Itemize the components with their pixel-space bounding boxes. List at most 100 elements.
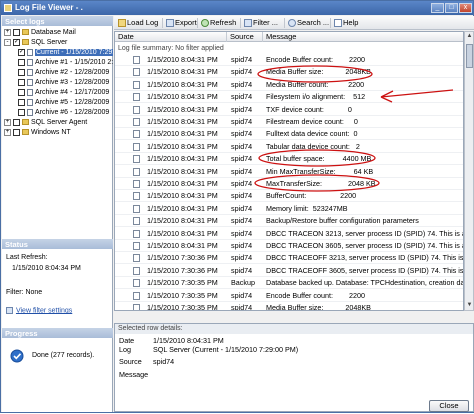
table-row[interactable]: 1/15/2010 8:04:31 PM spid74 Total buffer s… xyxy=(115,153,463,166)
table-row[interactable]: 1/15/2010 8:04:31 PM spid74 Filesystem i/o… xyxy=(115,91,463,104)
table-row[interactable]: 1/15/2010 8:04:31 PM spid74 Tabular data d… xyxy=(115,141,463,153)
log-entry-icon xyxy=(133,242,140,250)
log-tree[interactable]: + Database Mail - ✓ SQL Server ✓ Current - 1/1… xyxy=(2,27,113,251)
log-entry-icon xyxy=(133,192,140,201)
detail-source-label: Source xyxy=(119,357,142,366)
log-entry-icon xyxy=(133,180,140,188)
expander-icon[interactable]: - xyxy=(4,38,11,46)
date-cell: 1/15/2010 8:04:31 PM xyxy=(147,203,218,213)
table-row[interactable]: 1/15/2010 7:30:35 PM spid74 Media Buffer s… xyxy=(115,302,463,311)
table-row[interactable]: 1/15/2010 8:04:31 PM spid74 Fulltext data … xyxy=(115,128,463,141)
date-cell: 1/15/2010 7:30:35 PM xyxy=(147,303,218,311)
log-checkbox[interactable] xyxy=(13,118,20,126)
scroll-down-icon[interactable]: ▼ xyxy=(465,301,474,310)
log-entry-icon xyxy=(133,217,140,226)
table-row[interactable]: 1/15/2010 8:04:31 PM spid74 TXF device cou… xyxy=(115,104,463,116)
tree-node[interactable]: + Database Mail xyxy=(4,28,76,37)
folder-icon xyxy=(118,19,126,28)
filter-button[interactable]: Filter ... xyxy=(244,18,278,28)
refresh-button[interactable]: Refresh xyxy=(201,18,236,28)
tree-node[interactable]: Archive #4 - 12/17/2009 xyxy=(18,88,109,97)
date-column-header[interactable]: Date xyxy=(115,32,227,42)
title-bar[interactable]: Log File Viewer - . xyxy=(1,1,473,15)
log-file-icon xyxy=(27,48,33,56)
tree-node[interactable]: Archive #2 - 12/28/2009 xyxy=(18,68,109,77)
app-icon xyxy=(4,4,12,12)
message-column-header[interactable]: Message xyxy=(263,32,463,42)
expander-icon[interactable]: + xyxy=(4,128,11,136)
search-icon xyxy=(288,19,296,28)
table-row[interactable]: 1/15/2010 8:04:31 PM spid74 BufferCount: 2… xyxy=(115,190,463,203)
tree-node-label: Current - 1/15/2010 7:29:00 PM xyxy=(35,49,113,56)
table-row[interactable]: 1/15/2010 7:30:36 PM spid74 DBCC TRACEOFF … xyxy=(115,265,463,277)
close-window-button[interactable]: x xyxy=(459,3,472,13)
date-cell: 1/15/2010 8:04:31 PM xyxy=(147,55,218,64)
source-cell: spid74 xyxy=(231,179,253,188)
log-checkbox[interactable] xyxy=(18,78,25,86)
export-button[interactable]: Export xyxy=(166,18,197,28)
grid-vertical-scrollbar[interactable]: ▲ ▼ xyxy=(464,31,474,311)
log-grid[interactable]: Date Source Message Log file summary: No… xyxy=(114,31,464,311)
scroll-thumb[interactable] xyxy=(466,44,473,68)
message-cell: Media Buffer count: 2200 xyxy=(266,79,365,89)
load-log-button[interactable]: Load Log xyxy=(118,18,158,28)
log-entry-icon xyxy=(133,291,140,300)
search-button[interactable]: Search ... xyxy=(288,18,329,28)
tree-node-label: Archive #2 - 12/28/2009 xyxy=(35,69,110,76)
table-row[interactable]: 1/15/2010 8:04:31 PM spid74 Media Buffer c… xyxy=(115,79,463,91)
tree-node[interactable]: - ✓ SQL Server xyxy=(4,38,67,47)
expander-icon[interactable]: + xyxy=(4,118,11,126)
minimize-button[interactable]: _ xyxy=(431,3,444,13)
log-checkbox[interactable] xyxy=(18,108,25,116)
log-file-icon xyxy=(27,98,33,106)
tree-node[interactable]: + SQL Server Agent xyxy=(4,118,87,127)
view-filter-settings-link[interactable]: View filter settings xyxy=(6,307,72,314)
table-row[interactable]: 1/15/2010 8:04:31 PM spid74 MaxTransferSiz… xyxy=(115,178,463,190)
log-checkbox[interactable]: ✓ xyxy=(13,38,20,46)
log-checkbox[interactable] xyxy=(18,88,25,96)
table-row[interactable]: 1/15/2010 8:04:31 PM spid74 DBCC TRACEON 3… xyxy=(115,228,463,240)
help-button[interactable]: Help xyxy=(334,18,358,28)
table-row[interactable]: 1/15/2010 7:30:35 PM spid74 Encode Buffer … xyxy=(115,290,463,302)
table-row[interactable]: 1/15/2010 8:04:31 PM spid74 Memory limit: … xyxy=(115,203,463,215)
log-entry-icon xyxy=(133,56,140,64)
tree-node[interactable]: Archive #6 - 12/28/2009 xyxy=(18,108,109,117)
tree-node[interactable]: Archive #3 - 12/28/2009 xyxy=(18,78,109,87)
scroll-up-icon[interactable]: ▲ xyxy=(465,32,474,41)
table-row[interactable]: 1/15/2010 8:04:31 PM spid74 Media Buffer s… xyxy=(115,66,463,79)
table-row[interactable]: 1/15/2010 7:30:36 PM spid74 DBCC TRACEOFF … xyxy=(115,252,463,265)
tree-node[interactable]: + Windows NT xyxy=(4,128,71,137)
log-entry-icon xyxy=(133,80,140,89)
select-logs-header: Select logs xyxy=(2,16,113,26)
message-cell: Min MaxTransferSize: 64 KB xyxy=(266,166,374,176)
maximize-button[interactable]: □ xyxy=(445,3,458,13)
tree-node[interactable]: Archive #5 - 12/28/2009 xyxy=(18,98,109,107)
log-checkbox[interactable] xyxy=(13,128,20,136)
progress-header: Progress xyxy=(2,328,113,338)
log-checkbox[interactable] xyxy=(18,58,25,66)
log-checkbox[interactable] xyxy=(18,68,25,76)
date-cell: 1/15/2010 8:04:31 PM xyxy=(147,154,218,164)
source-cell: spid74 xyxy=(231,265,253,275)
table-row[interactable]: 1/15/2010 8:04:31 PM spid74 DBCC TRACEON 3… xyxy=(115,240,463,252)
tree-node-label: Archive #3 - 12/28/2009 xyxy=(35,79,110,86)
expander-icon[interactable]: + xyxy=(4,28,11,36)
date-cell: 1/15/2010 8:04:31 PM xyxy=(147,129,218,139)
source-column-header[interactable]: Source xyxy=(227,32,263,42)
view-filter-settings-label: View filter settings xyxy=(15,307,73,315)
source-cell: spid74 xyxy=(231,191,253,201)
table-row[interactable]: 1/15/2010 7:30:35 PM Backup Database backe… xyxy=(115,277,463,290)
tree-node[interactable]: ✓ Current - 1/15/2010 7:29:00 PM xyxy=(18,48,113,57)
tree-node[interactable]: Archive #1 - 1/15/2010 2:21:00 PM xyxy=(18,58,113,67)
log-checkbox[interactable] xyxy=(18,98,25,106)
table-row[interactable]: 1/15/2010 8:04:31 PM spid74 Min MaxTransfe… xyxy=(115,166,463,178)
message-cell: Encode Buffer count: 2200 xyxy=(266,290,365,300)
log-checkbox[interactable]: ✓ xyxy=(18,48,25,56)
table-row[interactable]: 1/15/2010 8:04:31 PM spid74 Filestream dev… xyxy=(115,116,463,128)
table-row[interactable]: 1/15/2010 8:04:31 PM spid74 Backup/Restore… xyxy=(115,215,463,228)
table-row[interactable]: 1/15/2010 8:04:31 PM spid74 Encode Buffer … xyxy=(115,54,463,66)
message-cell: Filestream device count: 0 xyxy=(266,117,358,126)
close-button[interactable]: Close xyxy=(429,400,469,412)
log-checkbox[interactable] xyxy=(13,28,20,36)
last-refresh-label: Last Refresh: xyxy=(6,254,48,261)
